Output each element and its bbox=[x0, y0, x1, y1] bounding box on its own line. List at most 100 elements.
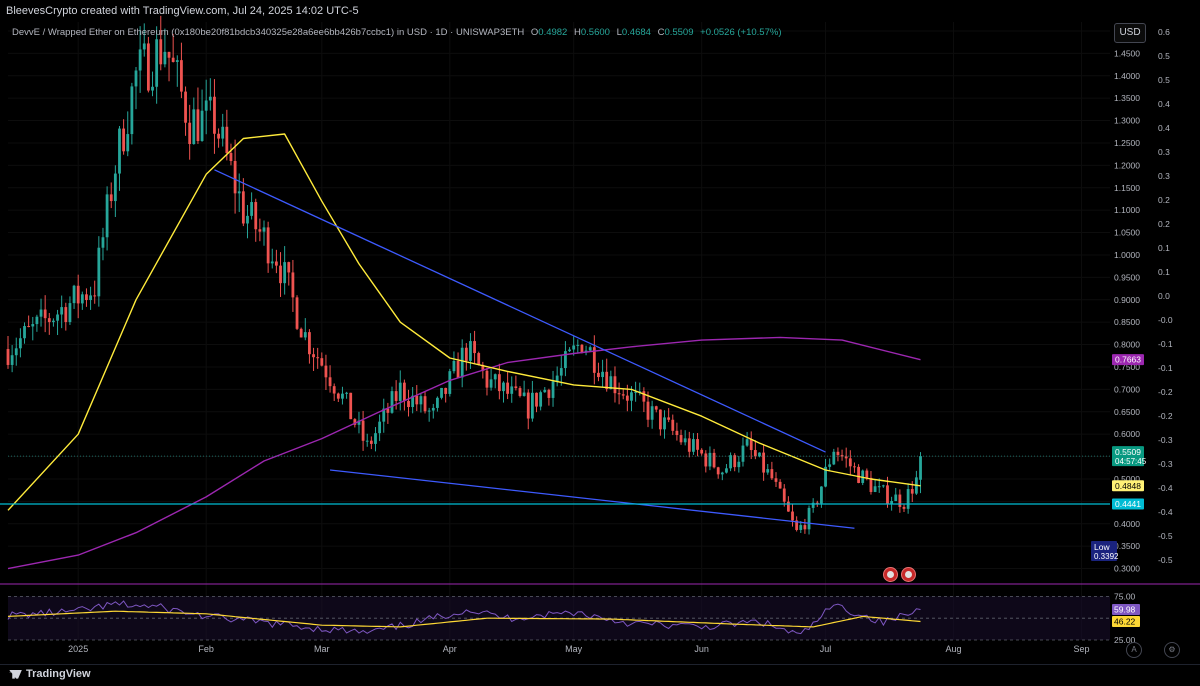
open-value: 0.4982 bbox=[538, 27, 568, 38]
settings-gear-icon[interactable]: ⚙ bbox=[1164, 642, 1180, 658]
candle-body bbox=[146, 43, 150, 91]
candle-body bbox=[270, 261, 274, 264]
candle-body bbox=[902, 506, 906, 509]
candle-body bbox=[857, 466, 860, 483]
candle-body bbox=[564, 351, 567, 369]
currency-button[interactable]: USD bbox=[1114, 23, 1146, 43]
candle-body bbox=[799, 525, 803, 530]
candle-body bbox=[35, 316, 39, 325]
candle-body bbox=[336, 393, 340, 399]
candle-body bbox=[539, 392, 543, 407]
candle-body bbox=[886, 485, 889, 505]
price-tick-label: 1.1500 bbox=[1114, 183, 1140, 193]
candle-body bbox=[448, 371, 452, 394]
price-tick-label: 1.4500 bbox=[1114, 48, 1140, 58]
candle-body bbox=[605, 371, 609, 390]
candle-body bbox=[774, 478, 778, 482]
candle-body bbox=[18, 338, 22, 349]
candle-body bbox=[456, 361, 460, 378]
candle-body bbox=[85, 294, 88, 301]
candle-body bbox=[398, 382, 402, 401]
candle-body bbox=[6, 349, 10, 365]
candle-body bbox=[510, 386, 514, 394]
candle-body bbox=[361, 420, 365, 441]
symbol-title[interactable]: DevvE / Wrapped Ether on Ethereum (0x180… bbox=[12, 27, 524, 38]
secondary-tick-label: -0.2 bbox=[1158, 411, 1173, 421]
candle-body bbox=[415, 395, 419, 405]
candle-body bbox=[576, 344, 580, 346]
us-flag-event-icon[interactable] bbox=[901, 567, 916, 582]
secondary-tick-label: 0.1 bbox=[1158, 243, 1170, 253]
candle-body bbox=[820, 486, 823, 504]
candle-body bbox=[109, 194, 113, 202]
candle-body bbox=[134, 70, 138, 87]
time-tick-label: Aug bbox=[946, 644, 962, 654]
price-tick-label: 1.2000 bbox=[1114, 160, 1140, 170]
candle-body bbox=[617, 393, 621, 395]
chart-canvas[interactable]: 1.50001.45001.40001.35001.30001.25001.20… bbox=[0, 0, 1200, 685]
secondary-tick-label: 0.4 bbox=[1158, 123, 1170, 133]
candle-body bbox=[101, 237, 105, 248]
secondary-tick-label: -0.3 bbox=[1158, 459, 1173, 469]
low-value: 0.4684 bbox=[621, 27, 651, 38]
candle-body bbox=[126, 134, 130, 152]
candle-body bbox=[262, 227, 266, 232]
footer-bar bbox=[0, 664, 1200, 686]
candle-body bbox=[497, 374, 501, 392]
candle-body bbox=[753, 450, 757, 457]
close-value: 0.5509 bbox=[664, 27, 694, 38]
candle-body bbox=[332, 386, 336, 394]
candle-body bbox=[365, 440, 369, 442]
candle-body bbox=[741, 445, 745, 462]
candle-body bbox=[23, 326, 26, 339]
candle-body bbox=[848, 458, 852, 467]
high-value: 0.5600 bbox=[580, 27, 610, 38]
auto-scale-button[interactable]: A bbox=[1126, 642, 1142, 658]
candle-body bbox=[52, 320, 55, 323]
candle-body bbox=[192, 109, 196, 145]
candle-body bbox=[869, 477, 873, 492]
candle-body bbox=[407, 400, 410, 408]
candle-body bbox=[204, 100, 208, 111]
candle-body bbox=[138, 49, 142, 71]
candle-body bbox=[427, 410, 431, 412]
candle-body bbox=[390, 391, 394, 413]
candle-body bbox=[770, 469, 774, 479]
candle-body bbox=[654, 406, 658, 410]
candle-body bbox=[299, 328, 303, 338]
time-tick-label: May bbox=[565, 644, 583, 654]
low-price-tag-subtext: 0.3392 bbox=[1094, 552, 1119, 561]
candle-body bbox=[72, 285, 76, 304]
candle-body bbox=[650, 406, 654, 420]
secondary-tick-label: 0.3 bbox=[1158, 171, 1170, 181]
price-tick-label: 0.9000 bbox=[1114, 295, 1140, 305]
candle-body bbox=[254, 202, 258, 230]
candle-body bbox=[464, 347, 468, 361]
candle-body bbox=[142, 43, 146, 50]
candle-body bbox=[526, 392, 530, 419]
candle-body bbox=[493, 374, 497, 380]
candle-body bbox=[93, 295, 97, 297]
secondary-tick-label: 0.5 bbox=[1158, 51, 1170, 61]
candle-body bbox=[316, 357, 320, 359]
secondary-tick-label: -0.4 bbox=[1158, 483, 1173, 493]
candle-body bbox=[675, 430, 679, 436]
candle-body bbox=[489, 379, 493, 388]
candle-body bbox=[919, 456, 922, 480]
candle-body bbox=[402, 382, 406, 401]
candle-body bbox=[572, 345, 576, 350]
candle-body bbox=[39, 309, 43, 317]
candle-body bbox=[704, 453, 708, 467]
candle-body bbox=[803, 525, 807, 530]
candle-body bbox=[200, 110, 204, 141]
candle-body bbox=[646, 401, 650, 420]
candle-body bbox=[807, 507, 811, 530]
secondary-tick-label: -0.5 bbox=[1158, 531, 1173, 541]
candle-body bbox=[258, 229, 262, 232]
candle-body bbox=[535, 392, 538, 407]
candle-body bbox=[14, 348, 18, 356]
us-flag-event-icon[interactable] bbox=[883, 567, 898, 582]
candle-body bbox=[64, 307, 68, 323]
candle-body bbox=[89, 295, 92, 301]
candle-body bbox=[175, 60, 179, 62]
